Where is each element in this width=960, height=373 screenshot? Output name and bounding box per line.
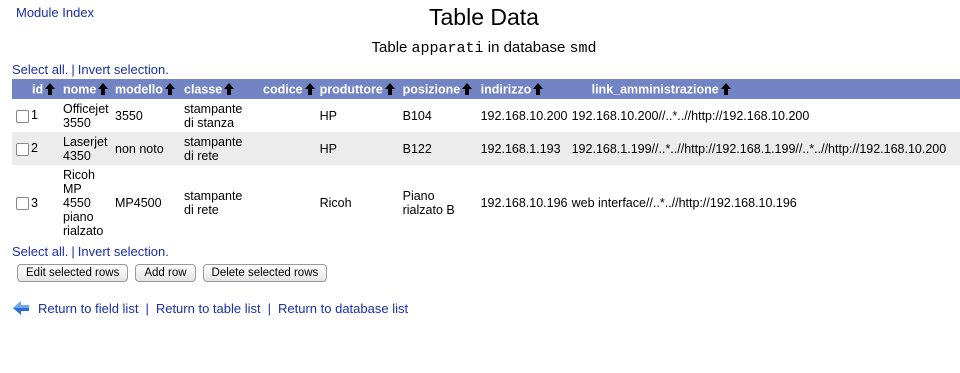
indirizzo-cell: 192.168.10.200	[478, 99, 570, 132]
selection-links-top: Select all. | Invert selection.	[12, 62, 169, 77]
delete-selected-rows-button[interactable]: Delete selected rows	[202, 264, 328, 282]
sort-arrow-icon[interactable]	[720, 82, 732, 96]
posizione-cell: B104	[400, 99, 479, 132]
produttore-cell: HP	[317, 99, 401, 132]
codice-cell	[246, 165, 318, 241]
link-amministrazione-cell: 192.168.1.199//..*..//http://192.168.1.1…	[569, 132, 960, 165]
id-cell: 3	[12, 165, 61, 241]
nome-cell: Laserjet 4350	[61, 132, 113, 165]
column-header-nome[interactable]: nome	[61, 79, 113, 99]
column-header-id[interactable]: id	[12, 79, 61, 99]
sort-arrow-icon[interactable]	[532, 82, 544, 96]
column-header-indirizzo[interactable]: indirizzo	[478, 79, 570, 99]
selection-links-bottom: Select all. | Invert selection.	[12, 244, 169, 259]
codice-cell	[246, 132, 318, 165]
subtitle-mid: in database	[483, 39, 570, 56]
edit-selected-rows-button[interactable]: Edit selected rows	[17, 264, 129, 282]
indirizzo-cell: 192.168.10.196	[478, 165, 570, 241]
classe-cell: stampante di rete	[182, 132, 246, 165]
select-all-link[interactable]: Select all.	[12, 244, 68, 259]
sort-arrow-icon[interactable]	[164, 82, 176, 96]
sort-arrow-icon[interactable]	[223, 82, 235, 96]
sort-arrow-icon[interactable]	[44, 82, 56, 96]
codice-cell	[246, 99, 318, 132]
invert-selection-link[interactable]: Invert selection.	[78, 62, 169, 77]
return-to-field-list-link[interactable]: Return to field list	[38, 301, 138, 316]
page-title: Table Data	[429, 4, 539, 30]
produttore-cell: HP	[317, 132, 401, 165]
row-checkbox[interactable]	[16, 142, 29, 156]
modello-cell: 3550	[113, 99, 182, 132]
nome-cell: Officejet 3550	[61, 99, 113, 132]
page-subtitle: Table apparati in database smd	[0, 39, 960, 57]
table-row: 1 Officejet 3550 3550 stampante di stanz…	[12, 99, 960, 132]
separator: |	[145, 300, 149, 316]
separator: |	[71, 244, 75, 259]
sort-arrow-icon[interactable]	[97, 82, 109, 96]
row-checkbox[interactable]	[16, 197, 29, 211]
data-table: id nome modello classe codice produttore…	[12, 79, 960, 241]
table-row: 2 Laserjet 4350 non noto stampante di re…	[12, 132, 960, 165]
indirizzo-cell: 192.168.1.193	[478, 132, 570, 165]
link-amministrazione-cell: 192.168.10.200//..*..//http://192.168.10…	[569, 99, 960, 132]
subtitle-prefix: Table	[371, 39, 412, 56]
invert-selection-link[interactable]: Invert selection.	[78, 244, 169, 259]
select-all-link[interactable]: Select all.	[12, 62, 68, 77]
column-header-classe[interactable]: classe	[182, 79, 246, 99]
column-header-modello[interactable]: modello	[113, 79, 182, 99]
id-cell: 2	[12, 132, 61, 165]
sort-arrow-icon[interactable]	[384, 82, 396, 96]
return-to-table-list-link[interactable]: Return to table list	[156, 301, 261, 316]
produttore-cell: Ricoh	[317, 165, 401, 241]
database-name: smd	[569, 40, 597, 57]
separator: |	[71, 62, 75, 77]
column-header-posizione[interactable]: posizione	[400, 79, 479, 99]
modello-cell: MP4500	[113, 165, 182, 241]
classe-cell: stampante di rete	[182, 165, 246, 241]
header-row: id nome modello classe codice produttore…	[12, 79, 960, 99]
posizione-cell: Piano rialzato B	[400, 165, 479, 241]
table-row: 3 Ricoh MP 4550 piano rialzato MP4500 st…	[12, 165, 960, 241]
separator: |	[267, 300, 271, 316]
column-header-codice[interactable]: codice	[246, 79, 318, 99]
add-row-button[interactable]: Add row	[135, 264, 196, 282]
table-name: apparati	[411, 40, 484, 57]
return-navigation: Return to field list | Return to table l…	[12, 299, 408, 317]
posizione-cell: B122	[400, 132, 479, 165]
action-buttons: Edit selected rows Add row Delete select…	[17, 264, 328, 282]
column-header-produttore[interactable]: produttore	[317, 79, 401, 99]
sort-arrow-icon[interactable]	[461, 82, 473, 96]
sort-arrow-icon[interactable]	[304, 82, 316, 96]
classe-cell: stampante di stanza	[182, 99, 246, 132]
link-amministrazione-cell: web interface//..*..//http://192.168.10.…	[569, 165, 960, 241]
row-checkbox[interactable]	[16, 109, 29, 123]
return-to-database-list-link[interactable]: Return to database list	[278, 301, 408, 316]
nome-cell: Ricoh MP 4550 piano rialzato	[61, 165, 113, 241]
column-header-link-amministrazione[interactable]: link_amministrazione	[569, 79, 960, 99]
id-cell: 1	[12, 99, 61, 132]
back-arrow-icon[interactable]	[12, 299, 30, 317]
modello-cell: non noto	[113, 132, 182, 165]
